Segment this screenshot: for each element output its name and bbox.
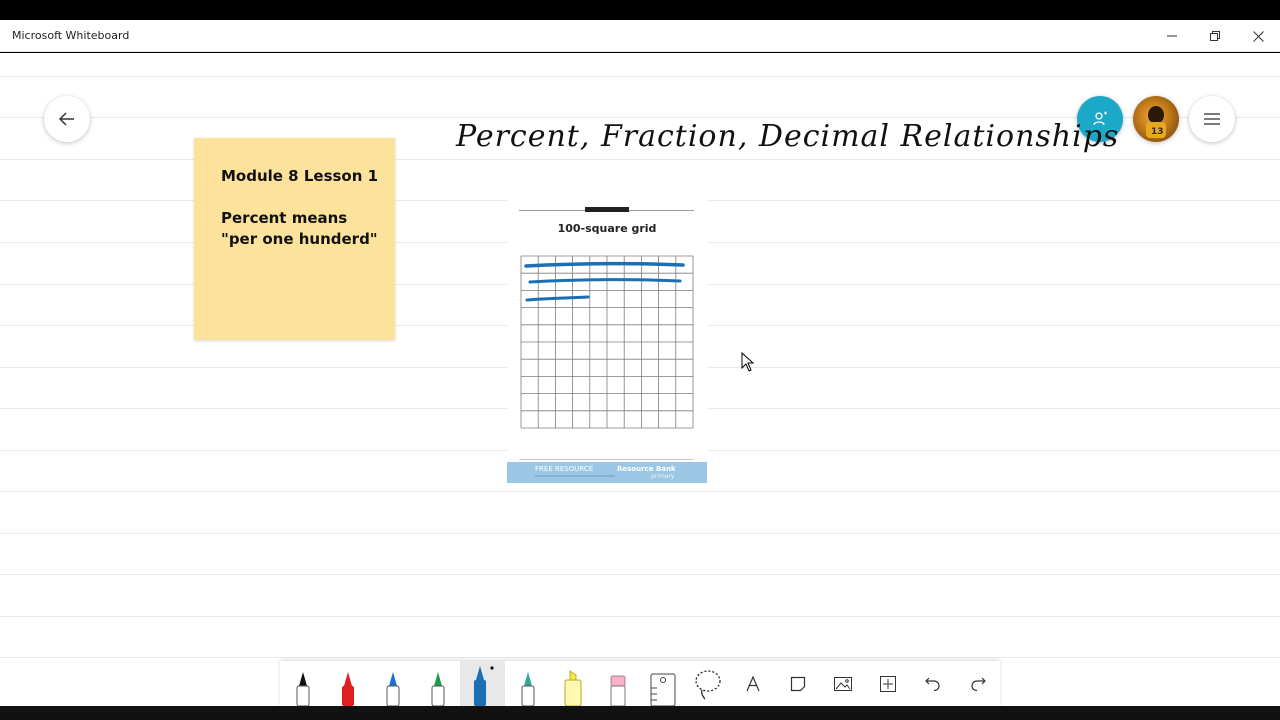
eraser-icon (610, 675, 625, 706)
ink-stroke (524, 261, 685, 268)
restore-icon (1210, 31, 1220, 41)
restore-button[interactable] (1193, 20, 1237, 52)
highlighter-icon (564, 670, 581, 706)
settings-menu-button[interactable] (1189, 96, 1235, 142)
pen-blue-icon (386, 672, 399, 706)
board-title[interactable]: Percent, Fraction, Decimal Relationships (456, 119, 1119, 154)
pen-red-icon (341, 672, 354, 706)
pen-rainbow-tool[interactable] (505, 661, 550, 706)
pen-black-tool[interactable] (280, 661, 325, 706)
sticky-note-line: Percent means (221, 209, 348, 227)
ruled-line (0, 574, 1280, 575)
ruler-tool[interactable] (640, 661, 685, 706)
sticky-note-tool[interactable] (775, 661, 820, 706)
close-button[interactable] (1236, 20, 1280, 52)
sticky-note-icon (790, 676, 805, 691)
drawing-toolbar (280, 661, 1000, 706)
ruled-line (0, 657, 1280, 658)
lasso-icon (694, 669, 721, 700)
pen-green-icon (431, 672, 444, 706)
worksheet-heading: 100-square grid (557, 222, 657, 235)
image-icon (833, 676, 852, 691)
scholastic-logo (585, 207, 629, 212)
minimize-icon (1167, 35, 1177, 37)
undo-button[interactable] (910, 661, 955, 706)
ink-strokes (524, 261, 685, 302)
sticky-note-line: "per one hunderd" (221, 230, 378, 248)
pen-blue-tool[interactable] (370, 661, 415, 706)
lasso-select-tool[interactable] (685, 661, 730, 706)
ruled-line (0, 491, 1280, 492)
highlighter-tool[interactable] (550, 661, 595, 706)
whiteboard-app: Microsoft Whiteboard 13 Module 8 Lesson … (0, 0, 1280, 720)
pen-blue-selected-icon (473, 666, 494, 706)
mouse-cursor-icon (741, 352, 755, 372)
ink-stroke (525, 295, 590, 302)
pen-black-icon (296, 672, 309, 706)
ruled-line (0, 76, 1280, 77)
plus-box-icon (879, 675, 896, 692)
pen-red-tool[interactable] (325, 661, 370, 706)
redo-icon (970, 677, 986, 691)
ruled-line (0, 533, 1280, 534)
user-avatar[interactable]: 13 (1133, 96, 1179, 142)
sticky-note[interactable]: Module 8 Lesson 1 Percent means "per one… (194, 138, 395, 340)
pen-green-tool[interactable] (415, 661, 460, 706)
banner-primary: primary (651, 473, 675, 480)
ruler-icon (650, 673, 675, 706)
insert-menu-tool[interactable] (865, 661, 910, 706)
worksheet-banner: FREE RESOURCE Resource Bank primary (507, 462, 707, 483)
banner-fine-print (535, 475, 615, 477)
ink-stroke (528, 278, 682, 284)
pen-blue-selected-tool[interactable] (460, 661, 505, 706)
banner-free-resource: FREE RESOURCE (535, 465, 594, 473)
ruled-line (0, 616, 1280, 617)
eraser-tool[interactable] (595, 661, 640, 706)
bottom-letterbox (0, 706, 1280, 720)
svg-text:13: 13 (1151, 127, 1164, 137)
hundred-square-grid (520, 255, 694, 429)
back-button[interactable] (44, 96, 90, 142)
worksheet-rule (519, 459, 694, 460)
pen-rainbow-icon (521, 672, 534, 706)
hamburger-menu-icon (1204, 113, 1220, 125)
text-icon (745, 674, 760, 691)
sticky-note-line (221, 187, 395, 208)
minimize-button[interactable] (1150, 20, 1194, 52)
window-title: Microsoft Whiteboard (12, 29, 130, 42)
worksheet-image[interactable]: 100-square grid FREE RESOURCE Resource B… (507, 200, 707, 483)
text-tool[interactable] (730, 661, 775, 706)
ruled-line (0, 159, 1280, 160)
arrow-left-icon (59, 112, 74, 126)
banner-resource-bank: Resource Bank (617, 465, 676, 473)
avatar-image-icon: 13 (1146, 106, 1166, 138)
whiteboard-canvas[interactable]: 13 Module 8 Lesson 1 Percent means "per … (0, 53, 1280, 706)
insert-image-tool[interactable] (820, 661, 865, 706)
close-icon (1252, 30, 1264, 42)
title-bar: Microsoft Whiteboard (0, 20, 1280, 52)
undo-icon (924, 677, 940, 691)
sticky-note-line: Module 8 Lesson 1 (221, 167, 379, 185)
redo-button[interactable] (955, 661, 1000, 706)
